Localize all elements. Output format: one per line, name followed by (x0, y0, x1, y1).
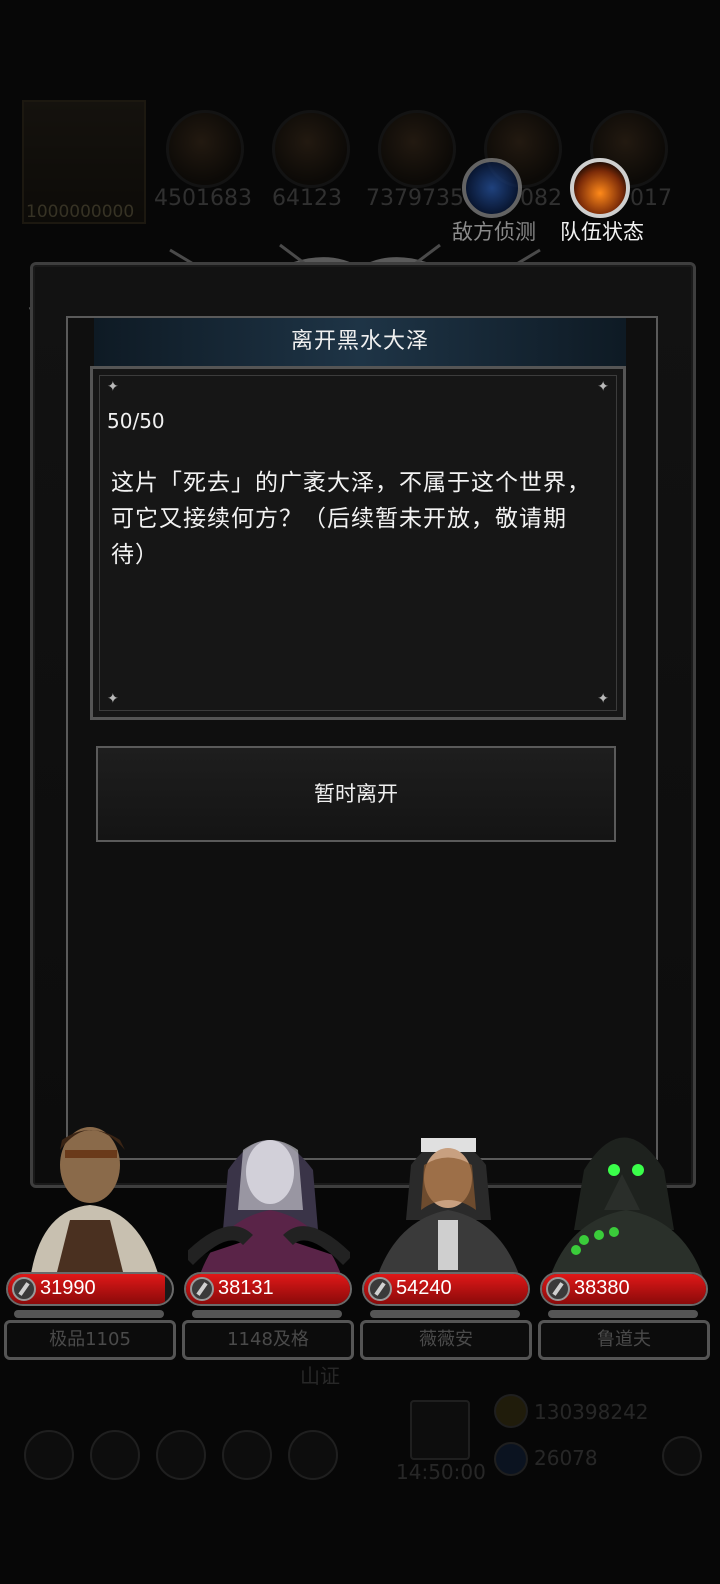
corner-star-icon: ✦ (107, 691, 119, 707)
hero-sub-bar (370, 1310, 520, 1318)
event-text-panel: ✦ ✦ ✦ ✦ 50/50 这片「死去」的广袤大泽，不属于这个世界，可它又接续何… (90, 366, 626, 720)
gift-icon (410, 1400, 470, 1460)
bottom-hud: 山证 14:50:00 130398242 26078 (0, 1364, 720, 1510)
resource-value-1: 4501683 (154, 186, 252, 211)
gold-value: 130398242 (534, 1400, 649, 1424)
hero-hp-bar: 54240 (362, 1272, 530, 1306)
corner-star-icon: ✦ (597, 379, 609, 395)
dialog-title: 离开黑水大泽 (94, 318, 626, 368)
hero-name: 鲁道夫 (538, 1320, 710, 1360)
hero-sub-bar (14, 1310, 164, 1318)
hero-hp-value: 38131 (218, 1277, 274, 1299)
sword-icon (368, 1277, 392, 1301)
resource-value-2: 64123 (272, 186, 342, 211)
gem-icon (494, 1442, 528, 1476)
hero-card[interactable]: 54240 薇薇安 (360, 1110, 534, 1362)
hero-portrait (30, 1127, 160, 1280)
gift-timer: 14:50:00 (396, 1460, 486, 1484)
corner-star-icon: ✦ (107, 379, 119, 395)
enemy-scout-button[interactable]: 敌方侦测 (452, 158, 536, 246)
hero-name: 1148及格 (182, 1320, 354, 1360)
bottom-stamp-text: 山证 (300, 1364, 340, 1388)
hero-hp-value: 54240 (396, 1277, 452, 1299)
sword-icon (190, 1277, 214, 1301)
hero-hp-bar: 31990 (6, 1272, 174, 1306)
resource-icon-1 (166, 110, 244, 188)
hero-portrait (376, 1138, 521, 1280)
fire-orb-icon (570, 158, 630, 218)
hero-card[interactable]: 38131 1148及格 (182, 1110, 356, 1362)
resource-value-3: 7379735 (366, 186, 464, 211)
hero-name: 薇薇安 (360, 1320, 532, 1360)
team-status-button[interactable]: 队伍状态 (560, 158, 644, 246)
hero-hp-bar: 38131 (184, 1272, 352, 1306)
hero-card[interactable]: 31990 极品1105 (4, 1110, 178, 1362)
menu-icon (222, 1430, 272, 1480)
scout-orb-icon (462, 158, 522, 218)
hero-sub-bar (192, 1310, 342, 1318)
hero-hp-bar: 38380 (540, 1272, 708, 1306)
add-icon (662, 1436, 702, 1476)
leave-temporarily-button[interactable]: 暂时离开 (96, 746, 616, 842)
hero-portrait (188, 1140, 350, 1280)
resource-icon-2 (272, 110, 350, 188)
hero-card[interactable]: 38380 鲁道夫 (538, 1110, 712, 1362)
menu-icon (156, 1430, 206, 1480)
hero-name: 极品1105 (4, 1320, 176, 1360)
gold-icon (494, 1394, 528, 1428)
gem-value: 26078 (534, 1446, 598, 1470)
event-description: 这片「死去」的广袤大泽，不属于这个世界，可它又接续何方？（后续暂未开放，敬请期待… (111, 470, 591, 568)
event-progress: 50/50 (107, 409, 165, 433)
menu-icon (288, 1430, 338, 1480)
resource-icon-3 (378, 110, 456, 188)
menu-icon (24, 1430, 74, 1480)
player-power-value: 1000000000 (26, 202, 135, 222)
sword-icon (12, 1277, 36, 1301)
hero-hp-value: 38380 (574, 1277, 630, 1299)
hero-portrait (549, 1137, 704, 1280)
menu-icon (90, 1430, 140, 1480)
corner-star-icon: ✦ (597, 691, 609, 707)
hero-sub-bar (548, 1310, 698, 1318)
hero-hp-value: 31990 (40, 1277, 96, 1299)
sword-icon (546, 1277, 570, 1301)
